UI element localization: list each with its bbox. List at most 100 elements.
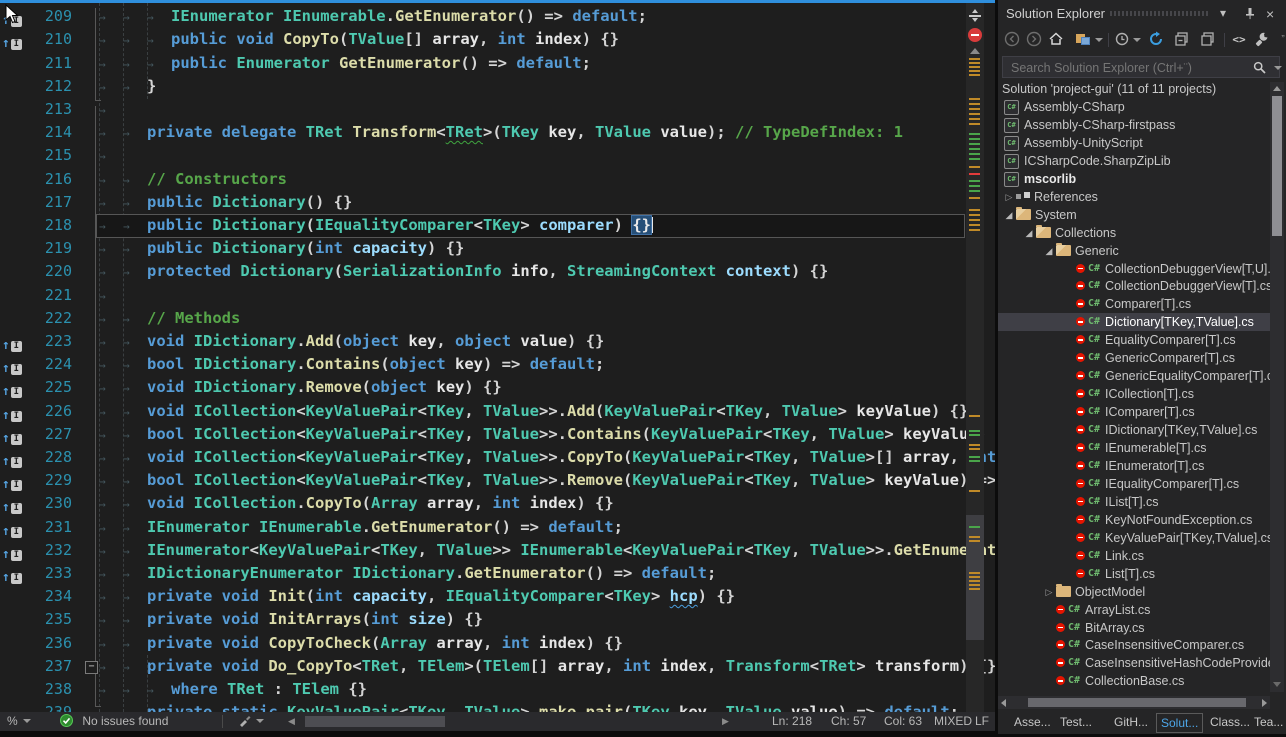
tree-item-idictionary-tkey-tvalue-cs[interactable]: C#IDictionary[TKey,TValue].cs [998,421,1270,439]
implements-glyph-icon[interactable]: ↑I [2,542,22,560]
tree-item-dictionary-tkey-tvalue-cs[interactable]: C#Dictionary[TKey,TValue].cs [998,313,1270,331]
tree-item-keynotfoundexception-cs[interactable]: C#KeyNotFoundException.cs [998,511,1270,529]
implements-glyph-icon[interactable]: ↑I [2,449,22,467]
tree-item-system[interactable]: ◢System [998,206,1270,224]
code-line-216[interactable]: 216→→// Constructors [0,168,995,192]
search-icon[interactable] [1253,61,1266,74]
scroll-right-arrow[interactable]: ▶ [722,712,729,731]
code-line-215[interactable]: 215→ [0,144,995,168]
tree-item-icsharpcode-sharpziplib[interactable]: C#ICSharpCode.SharpZipLib [998,152,1270,170]
implements-glyph-icon[interactable]: ↑I [2,31,22,49]
code-line-225[interactable]: 225↑I→→void IDictionary.Remove(object ke… [0,376,995,400]
code-line-231[interactable]: 231↑I→→IEnumerator IEnumerable.GetEnumer… [0,516,995,540]
tree-item-collectiondebuggerview-t-u-cs[interactable]: C#CollectionDebuggerView[T,U].cs [998,260,1270,278]
editor-vertical-scrollbar[interactable] [966,3,984,712]
properties-wrench-button[interactable] [1254,31,1272,49]
panel-tab-gith[interactable]: GitH... [1110,713,1152,731]
tree-item-iequalitycomparer-t-cs[interactable]: C#IEqualityComparer[T].cs [998,475,1270,493]
code-line-239[interactable]: 239→→private static KeyValuePair<TKey, T… [0,701,995,712]
tree-item-collectiondebuggerview-t-cs[interactable]: C#CollectionDebuggerView[T].cs [998,277,1270,295]
tree-item-objectmodel[interactable]: ▷ObjectModel [998,583,1270,601]
tree-item-equalitycomparer-t-cs[interactable]: C#EqualityComparer[T].cs [998,331,1270,349]
code-line-232[interactable]: 232↑I→→IEnumerator<KeyValuePair<TKey, TV… [0,539,995,563]
toolbar-overflow-button[interactable]: ” [1274,31,1286,49]
code-line-219[interactable]: 219→→public Dictionary(int capacity) {} [0,237,995,261]
code-line-209[interactable]: 209↑I→→→IEnumerator IEnumerable.GetEnume… [0,5,995,29]
code-line-222[interactable]: 222→→// Methods [0,307,995,331]
tree-item-caseinsensitivehashcodeprovider-cs[interactable]: C#CaseInsensitiveHashCodeProvider.cs [998,654,1270,672]
close-icon[interactable]: × [1266,6,1274,22]
panel-tab-asse[interactable]: Asse... [1010,713,1055,731]
code-line-212[interactable]: 212→→} [0,75,995,99]
tree-item-collectionbase-cs[interactable]: C#CollectionBase.cs [998,672,1270,690]
code-line-221[interactable]: 221→ [0,284,995,308]
tree-item-bitarray-cs[interactable]: C#BitArray.cs [998,619,1270,637]
show-all-files-button[interactable] [1200,31,1218,49]
panel-tab-class[interactable]: Class... [1206,713,1254,731]
implements-glyph-icon[interactable]: ↑I [2,565,22,583]
tree-item-genericequalitycomparer-t-cs[interactable]: C#GenericEqualityComparer[T].cs [998,367,1270,385]
tree-item-link-cs[interactable]: C#Link.cs [998,547,1270,565]
sync-with-active-document-button[interactable] [1148,31,1166,49]
implements-glyph-icon[interactable]: ↑I [2,472,22,490]
panel-tab-solut[interactable]: Solut... [1156,713,1203,733]
code-line-234[interactable]: 234→→private void Init(int capacity, IEq… [0,585,995,609]
tree-horizontal-scrollbar[interactable] [998,696,1270,709]
forward-button[interactable] [1026,31,1044,49]
fold-collapse-button[interactable]: − [85,661,98,674]
tree-vertical-scrollbar[interactable] [1270,82,1284,692]
tree-item-mscorlib[interactable]: C#mscorlib [998,170,1270,188]
scrollbar-up-arrow[interactable] [970,48,980,54]
implements-glyph-icon[interactable]: ↑I [2,379,22,397]
code-line-230[interactable]: 230↑I→→void ICollection.CopyTo(Array arr… [0,492,995,516]
expander-collapsed-icon[interactable]: ▷ [1042,583,1056,601]
code-line-228[interactable]: 228↑I→→void ICollection<KeyValuePair<TKe… [0,446,995,470]
code-line-237[interactable]: 237−→→private void Do_CopyTo<TRet, TElem… [0,655,995,679]
search-input[interactable] [1009,58,1243,78]
implements-glyph-icon[interactable]: ↑I [2,426,22,444]
code-line-217[interactable]: 217→→public Dictionary() {} [0,191,995,215]
eol-indicator[interactable]: LF [975,712,989,731]
collapse-all-button[interactable] [1174,31,1192,49]
tree-item-icollection-t-cs[interactable]: C#ICollection[T].cs [998,385,1270,403]
code-line-210[interactable]: 210↑I→→→public void CopyTo(TValue[] arra… [0,28,995,52]
tree-item-ienumerable-t-cs[interactable]: C#IEnumerable[T].cs [998,439,1270,457]
panel-tab-test[interactable]: Test... [1056,713,1096,731]
code-line-235[interactable]: 235→→private void InitArrays(int size) {… [0,608,995,632]
filter-button[interactable] [238,712,264,731]
tree-item-solution-project-gui-11-of-11-projects-[interactable]: Solution 'project-gui' (11 of 11 project… [998,80,1270,98]
code-line-227[interactable]: 227↑I→→bool ICollection<KeyValuePair<TKe… [0,423,995,447]
panel-tab-tea[interactable]: Tea... [1250,713,1286,731]
view-code-button[interactable]: <> [1230,31,1248,49]
expander-expanded-icon[interactable]: ◢ [1042,242,1056,260]
panel-title-bar[interactable]: Solution Explorer ▾ × [998,0,1286,27]
chevron-down-icon[interactable] [1094,31,1104,49]
scrollbar-thumb[interactable] [305,716,445,727]
chevron-down-icon[interactable] [1132,31,1142,49]
scrollbar-thumb[interactable] [1272,96,1282,236]
code-line-226[interactable]: 226↑I→→void ICollection<KeyValuePair<TKe… [0,400,995,424]
tree-item-icomparer-t-cs[interactable]: C#IComparer[T].cs [998,403,1270,421]
tree-item-ilist-t-cs[interactable]: C#IList[T].cs [998,493,1270,511]
pin-icon[interactable] [1244,7,1256,20]
scrollbar-left-arrow[interactable] [1001,699,1006,707]
tree-item-arraylist-cs[interactable]: C#ArrayList.cs [998,601,1270,619]
code-editor[interactable]: 209↑I→→→IEnumerator IEnumerable.GetEnume… [0,0,995,712]
line-indicator[interactable]: Ln: 218 [772,712,812,731]
code-line-238[interactable]: 238→→→where TRet : TElem {} [0,678,995,702]
chevron-down-icon[interactable] [1274,66,1282,70]
implements-glyph-icon[interactable]: ↑I [2,519,22,537]
tree-item-assembly-csharp[interactable]: C#Assembly-CSharp [998,98,1270,116]
code-line-211[interactable]: 211→→→public Enumerator GetEnumerator() … [0,52,995,76]
zoom-control[interactable]: % [7,712,31,731]
code-line-233[interactable]: 233↑I→→IDictionaryEnumerator IDictionary… [0,562,995,586]
char-indicator[interactable]: Ch: 57 [831,712,866,731]
solution-search-box[interactable] [1002,56,1280,78]
implements-glyph-icon[interactable]: ↑I [2,333,22,351]
code-line-214[interactable]: 214→→private delegate TRet Transform<TRe… [0,121,995,145]
back-button[interactable] [1004,31,1022,49]
home-button[interactable] [1048,31,1066,49]
tree-item-comparer-t-cs[interactable]: C#Comparer[T].cs [998,295,1270,313]
code-line-224[interactable]: 224↑I→→bool IDictionary.Contains(object … [0,353,995,377]
expander-collapsed-icon[interactable]: ▷ [1002,188,1016,206]
